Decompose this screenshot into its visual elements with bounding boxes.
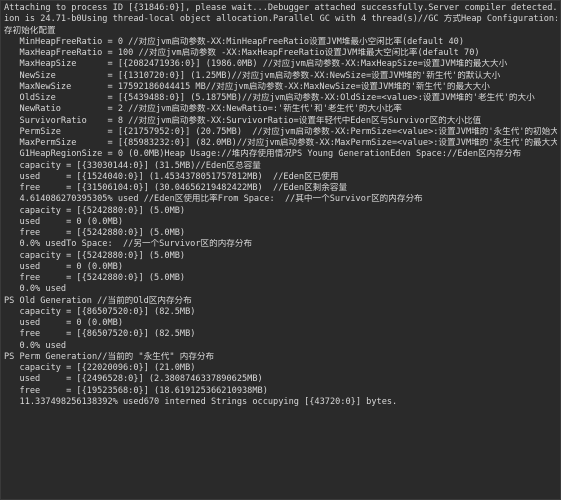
console-line: capacity = [{86507520:0}] (82.5MB) — [4, 306, 196, 317]
console-line: 0.0% used — [4, 340, 67, 351]
console-line: PermSize = [{21757952:0}] (20.75MB) //对应… — [4, 126, 557, 137]
console-line: capacity = [{33030144:0}] (31.5MB)//Eden… — [4, 160, 261, 171]
console-line: NewSize = [{1310720:0}] (1.25MB)//对应jvm启… — [4, 70, 501, 81]
console-line: capacity = [{5242880:0}] (5.0MB) — [4, 250, 186, 261]
console-line: capacity = [{22020096:0}] (21.0MB) — [4, 363, 196, 373]
console-line: MaxHeapFreeRatio = 100 //对应jvm启动参数 -XX:M… — [4, 48, 480, 58]
console-line: used = 0 (0.0MB) — [4, 216, 123, 227]
console-line: MinHeapFreeRatio = 0 //对应jvm启动参数-XX:MinH… — [4, 36, 465, 47]
console-line: free = [{31506104:0}] (30.04656219482422… — [4, 183, 348, 193]
console-line: 11.337498256138392% used670 interned Str… — [4, 396, 398, 407]
console-line: used = [{2496528:0}] (2.3808746337890625… — [4, 374, 263, 385]
console-line: PS Perm Generation//当前的 "永生代" 内存分布 — [4, 351, 215, 362]
console-line: 存初始化配置 — [4, 25, 56, 36]
console-line: MaxPermSize = [{85983232:0}] (82.0MB)//对… — [4, 138, 557, 148]
console-line: NewRatio = 2 //对应jvm启动参数-XX:NewRatio=:'新… — [4, 104, 402, 115]
console-line: used = 0 (0.0MB) — [4, 318, 123, 328]
console-line: 0.0% used — [4, 284, 67, 295]
console-output: Attaching to process ID [{31846:0}], ple… — [0, 0, 561, 500]
console-line: free = [{5242880:0}] (5.0MB) — [4, 273, 186, 283]
console-line: G1HeapRegionSize = 0 (0.0MB)Heap Usage:/… — [4, 149, 522, 160]
console-line: used = 0 (0.0MB) — [4, 261, 123, 272]
console-line: MaxNewSize = 17592186044415 MB//对应jvm启动参… — [4, 81, 490, 92]
console-line: free = [{86507520:0}] (82.5MB) — [4, 329, 196, 340]
console-line: used = [{1524040:0}] (1.4534378051757812… — [4, 171, 339, 182]
console-line: free = [{19523568:0}] (18.61912536621093… — [4, 385, 268, 396]
console-line: 4.614086270395305% used //Eden区使用比率From … — [4, 194, 423, 205]
console-line: 0.0% usedTo Space: //另一个Survivor区的内存分布 — [4, 239, 253, 250]
console-line: PS Old Generation //当前的Old区内存分布 — [4, 295, 192, 306]
console-line: capacity = [{5242880:0}] (5.0MB) — [4, 205, 186, 216]
console-line: free = [{5242880:0}] (5.0MB) — [4, 228, 186, 238]
console-line: Attaching to process ID [{31846:0}], ple… — [4, 3, 557, 13]
console-line: OldSize = [{5439488:0}] (5.1875MB)//对应jv… — [4, 93, 535, 103]
console-line: MaxHeapSize = [{2082471936:0}] (1986.0MB… — [4, 59, 508, 70]
console-line: SurvivorRatio = 8 //对应jvm启动参数-XX:Survivo… — [4, 115, 482, 126]
console-line: ion is 24.71-b0Using thread-local object… — [4, 14, 557, 25]
